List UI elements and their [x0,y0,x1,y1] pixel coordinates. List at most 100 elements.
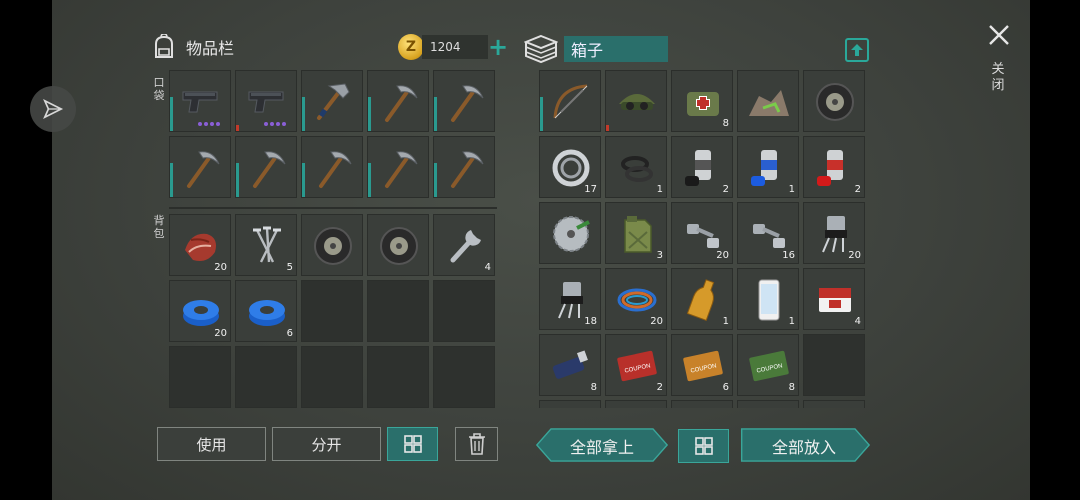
pickaxe-icon [451,151,484,188]
inventory-slot[interactable]: 2 [671,136,733,198]
item-quantity: 16 [782,250,795,261]
coin-icon: Z [398,34,424,60]
durability-bar [368,163,371,197]
inventory-slot[interactable]: 20 [803,202,865,264]
empty-slot[interactable] [367,280,429,342]
inventory-slot[interactable] [803,70,865,132]
item-quantity: 1 [722,316,729,327]
inventory-slot[interactable]: 16 [737,202,799,264]
pistol-icon [182,91,218,113]
inventory-slot[interactable] [737,70,799,132]
inventory-slot[interactable]: 4 [433,214,495,276]
inventory-slot[interactable]: 4 [803,268,865,330]
game-screen: 物品栏 Z 1204 + 箱子 关闭 口袋 背包 20 5 4 20 6 8 17 1 2 1 2… [30,0,1030,500]
empty-slot[interactable] [367,346,429,408]
inventory-slot[interactable] [169,70,231,132]
sort-grid-button[interactable] [387,427,438,461]
inventory-slot[interactable]: 20 [169,214,231,276]
inventory-slot[interactable] [539,70,601,132]
empty-slot[interactable] [433,280,495,342]
section-divider [169,207,497,209]
item-quantity: 6 [722,382,729,393]
inventory-slot[interactable]: 1 [737,136,799,198]
inventory-slot[interactable]: 8 [671,70,733,132]
inventory-slot[interactable] [605,70,667,132]
inventory-slot[interactable] [169,136,231,198]
inventory-slot[interactable] [235,136,297,198]
inventory-slot[interactable]: 1 [737,268,799,330]
goggles-hat-icon [619,94,655,110]
paint-black-icon [685,150,711,186]
empty-slot[interactable] [433,346,495,408]
durability-bar [236,163,239,197]
use-button[interactable]: 使用 [157,427,266,461]
inventory-slot[interactable] [367,214,429,276]
backpack-grid: 20 5 4 20 6 [169,214,495,408]
paint-red-icon [817,150,843,186]
close-button[interactable] [986,22,1014,50]
item-quantity: 20 [214,328,227,339]
inventory-slot[interactable]: 2 [803,136,865,198]
backpack-label: 背包 [153,214,165,240]
empty-slot[interactable] [803,334,865,396]
item-quantity: 4 [484,262,491,273]
put-all-button[interactable]: 全部放入 [734,428,874,464]
split-button[interactable]: 分开 [272,427,381,461]
empty-slot[interactable] [169,346,231,408]
inventory-slot[interactable]: 6 [235,280,297,342]
add-coins-button[interactable]: + [488,35,508,59]
tire-icon [314,227,352,265]
smartphone-icon [758,279,780,321]
durability-bar [540,97,543,131]
inventory-slot[interactable]: 20 [169,280,231,342]
inventory-slot[interactable] [433,136,495,198]
inventory-slot[interactable]: 5 [235,214,297,276]
grid-icon [403,435,422,453]
take-all-button[interactable]: 全部拿上 [532,428,672,464]
item-quantity: 1 [656,184,663,195]
tire-icon [380,227,418,265]
scrap-pile-icon [749,90,789,116]
inventory-slot[interactable]: 1 [605,136,667,198]
item-quantity: 4 [854,316,861,327]
wrench-icon [450,230,481,263]
inventory-slot[interactable] [367,70,429,132]
item-quantity: 8 [788,382,795,393]
inventory-slot[interactable] [301,70,363,132]
inventory-slot[interactable] [301,214,363,276]
inventory-slot[interactable]: 20 [605,268,667,330]
paint-blue-icon [751,150,777,186]
inventory-slot[interactable]: 20 [671,202,733,264]
inventory-slot[interactable] [235,70,297,132]
durability-bar [170,97,173,131]
inventory-slot[interactable] [539,202,601,264]
inventory-slot[interactable]: COUPON 2 [605,334,667,396]
inventory-slot[interactable]: COUPON 6 [671,334,733,396]
item-quantity: 2 [722,184,729,195]
box-icon [524,34,558,64]
durability-bar [170,163,173,197]
trash-button[interactable] [455,427,498,461]
pickaxe-icon [253,151,286,188]
send-arrow-icon [43,98,64,120]
durability-bar [434,97,437,131]
duct-tape-icon [249,300,285,326]
inventory-slot[interactable] [367,136,429,198]
close-label: 关闭 [991,62,1005,93]
transfer-up-button[interactable] [845,38,869,62]
inventory-slot[interactable]: 1 [671,268,733,330]
inventory-slot[interactable]: 8 [539,334,601,396]
inventory-slot[interactable] [301,136,363,198]
coupon-green-icon: COUPON [749,350,789,382]
inventory-slot[interactable] [433,70,495,132]
empty-slot[interactable] [301,346,363,408]
inventory-slot[interactable]: 17 [539,136,601,198]
side-panel-toggle[interactable] [30,86,76,132]
empty-slot[interactable] [235,346,297,408]
coupon-red-icon: COUPON [617,350,657,382]
box-sort-grid-button[interactable] [678,429,729,463]
inventory-slot[interactable]: COUPON 8 [737,334,799,396]
inventory-slot[interactable]: 3 [605,202,667,264]
empty-slot[interactable] [301,280,363,342]
inventory-slot[interactable]: 18 [539,268,601,330]
